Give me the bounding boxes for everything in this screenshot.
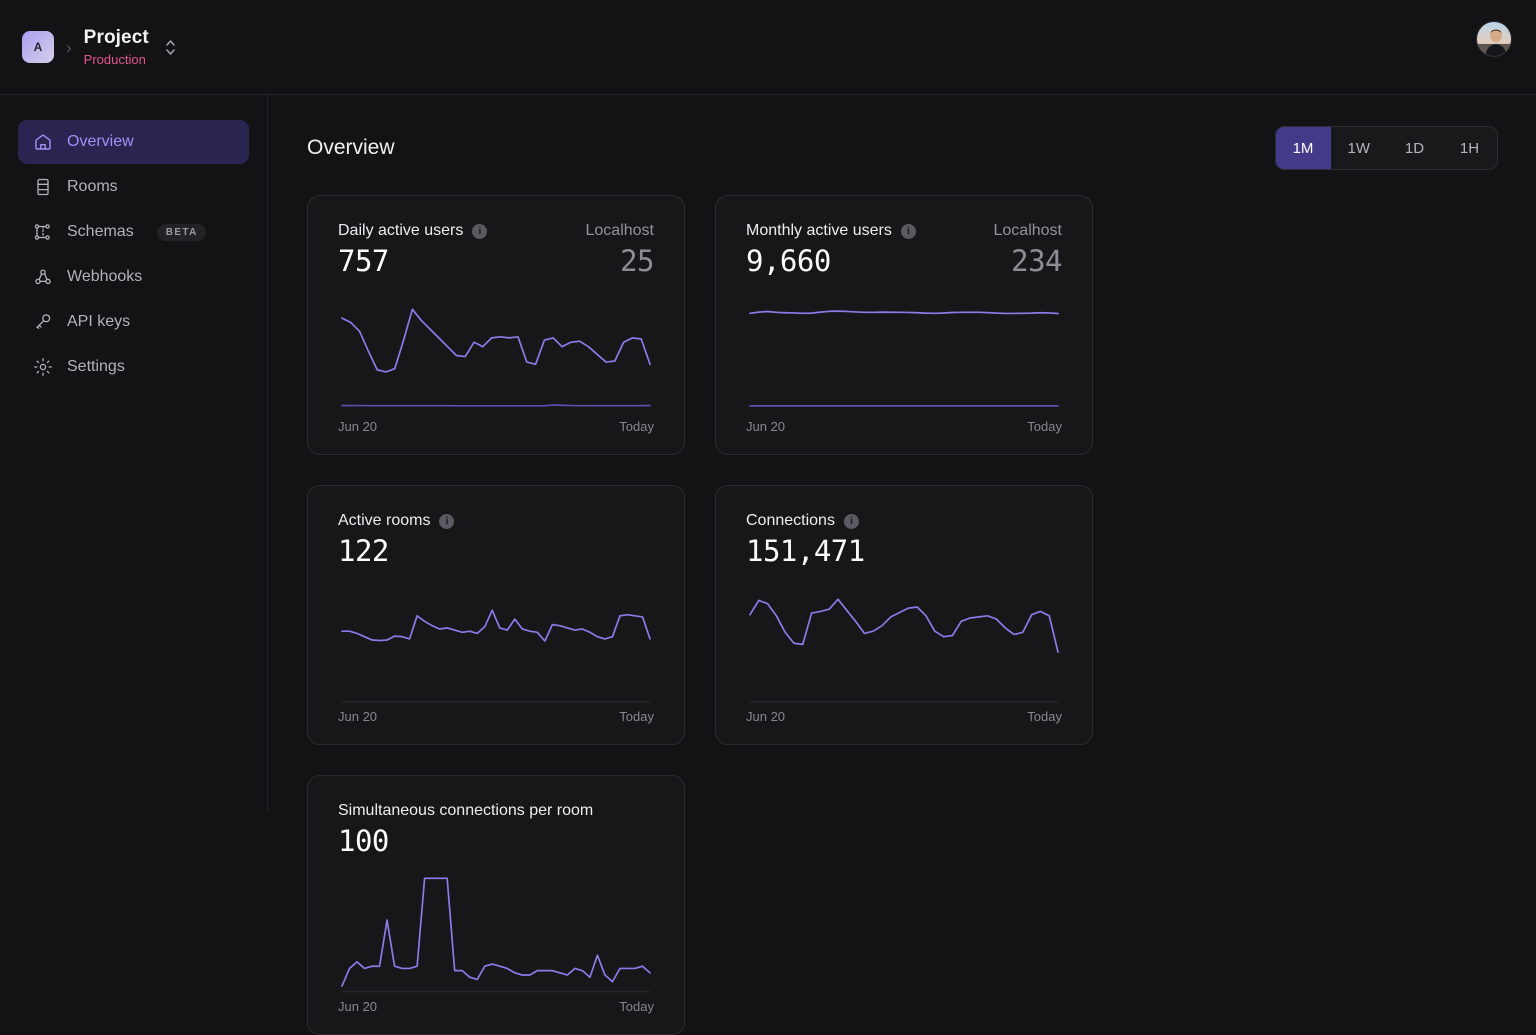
sidebar-item-rooms[interactable]: Rooms bbox=[18, 165, 249, 209]
card-title-text: Daily active users bbox=[338, 222, 464, 239]
card-title: Active rooms i bbox=[338, 512, 455, 530]
home-icon bbox=[33, 132, 53, 152]
main-content: Overview 1M 1W 1D 1H Daily active users … bbox=[268, 95, 1536, 1035]
project-block[interactable]: Project Production bbox=[84, 27, 149, 67]
info-icon[interactable]: i bbox=[472, 223, 488, 239]
chart-start-label: Jun 20 bbox=[338, 999, 378, 1014]
time-range-1d[interactable]: 1D bbox=[1387, 127, 1442, 169]
org-avatar[interactable]: A bbox=[22, 31, 54, 63]
info-icon[interactable]: i bbox=[439, 513, 455, 529]
sidebar-item-webhooks[interactable]: Webhooks bbox=[18, 255, 249, 299]
chart-end-label: Today bbox=[619, 999, 654, 1014]
card-sub-label: Localhost bbox=[993, 222, 1063, 239]
time-range-1w[interactable]: 1W bbox=[1331, 127, 1388, 169]
chevron-up-down-icon[interactable] bbox=[165, 39, 176, 56]
sparkline-chart[interactable] bbox=[746, 284, 1062, 413]
sidebar-item-schemas[interactable]: Schemas BETA bbox=[18, 210, 249, 254]
sparkline-svg bbox=[338, 574, 654, 703]
chart-line bbox=[750, 599, 1058, 652]
top-bar: A › Project Production bbox=[0, 0, 1536, 95]
info-icon[interactable]: i bbox=[843, 513, 859, 529]
environment-label: Production bbox=[83, 52, 146, 67]
beta-badge: BETA bbox=[156, 223, 206, 241]
card-sub-value: 25 bbox=[620, 244, 654, 278]
chart-line bbox=[342, 878, 650, 986]
card-value: 100 bbox=[338, 824, 389, 858]
sidebar-item-api-keys[interactable]: API keys bbox=[18, 300, 249, 344]
card-title-text: Monthly active users bbox=[746, 222, 892, 239]
gear-icon bbox=[33, 357, 53, 377]
sidebar: Overview Rooms Schemas BETA Webhooks API… bbox=[0, 95, 268, 812]
breadcrumb: A › Project Production bbox=[0, 27, 176, 67]
avatar[interactable] bbox=[1476, 21, 1512, 57]
sparkline-svg bbox=[338, 284, 654, 413]
chart-end-label: Today bbox=[1027, 419, 1062, 434]
sidebar-item-label: API keys bbox=[67, 313, 131, 330]
card-title: Monthly active users i bbox=[746, 222, 916, 240]
time-range-1m[interactable]: 1M bbox=[1275, 127, 1331, 169]
metric-card-simultaneous-connections-per-room: Simultaneous connections per room 100 Ju… bbox=[307, 775, 685, 1035]
sidebar-item-label: Webhooks bbox=[67, 268, 143, 285]
sidebar-item-label: Rooms bbox=[67, 178, 118, 195]
metric-card-grid: Daily active users i Localhost 757 25 Ju… bbox=[307, 195, 1498, 1035]
chart-end-label: Today bbox=[619, 709, 654, 724]
schemas-icon bbox=[33, 222, 53, 242]
chart-line bbox=[342, 309, 650, 372]
org-initial: A bbox=[33, 40, 43, 54]
card-title-text: Simultaneous connections per room bbox=[338, 802, 594, 819]
time-range-1h[interactable]: 1H bbox=[1442, 127, 1497, 169]
metric-card-connections: Connections i 151,471 Jun 20 Today bbox=[715, 485, 1093, 745]
chart-end-label: Today bbox=[619, 419, 654, 434]
card-value: 757 bbox=[338, 244, 389, 278]
card-title: Connections i bbox=[746, 512, 859, 530]
info-icon[interactable]: i bbox=[900, 223, 916, 239]
metric-card-daily-active-users: Daily active users i Localhost 757 25 Ju… bbox=[307, 195, 685, 455]
sparkline-svg bbox=[338, 864, 654, 993]
sidebar-item-overview[interactable]: Overview bbox=[18, 120, 249, 164]
chart-start-label: Jun 20 bbox=[746, 709, 786, 724]
chart-line bbox=[342, 610, 650, 641]
breadcrumb-separator-icon: › bbox=[66, 37, 72, 57]
rooms-icon bbox=[33, 177, 53, 197]
top-bar-right bbox=[1476, 21, 1512, 57]
card-title-text: Connections bbox=[746, 512, 835, 529]
metric-card-active-rooms: Active rooms i 122 Jun 20 Today bbox=[307, 485, 685, 745]
key-icon bbox=[33, 312, 53, 332]
time-range-selector: 1M 1W 1D 1H bbox=[1274, 126, 1498, 170]
card-sub-value: 234 bbox=[1011, 244, 1062, 278]
project-name: Project bbox=[83, 27, 149, 48]
avatar-photo bbox=[1477, 22, 1511, 56]
sidebar-item-label: Settings bbox=[67, 358, 125, 375]
webhooks-icon bbox=[33, 267, 53, 287]
sparkline-chart[interactable] bbox=[338, 864, 654, 993]
sparkline-chart[interactable] bbox=[746, 574, 1062, 703]
chart-line bbox=[342, 405, 650, 406]
page-title: Overview bbox=[307, 136, 395, 159]
sidebar-item-settings[interactable]: Settings bbox=[18, 345, 249, 389]
card-value: 122 bbox=[338, 534, 389, 568]
chart-start-label: Jun 20 bbox=[338, 419, 378, 434]
card-value: 9,660 bbox=[746, 244, 831, 278]
sparkline-svg bbox=[746, 284, 1062, 413]
chevron-up-down-glyph bbox=[166, 39, 175, 55]
sidebar-item-label: Schemas bbox=[67, 223, 134, 240]
sparkline-svg bbox=[746, 574, 1062, 703]
sparkline-chart[interactable] bbox=[338, 284, 654, 413]
sidebar-item-label: Overview bbox=[67, 133, 134, 150]
card-title: Daily active users i bbox=[338, 222, 488, 240]
main-header: Overview 1M 1W 1D 1H bbox=[307, 125, 1498, 171]
metric-card-monthly-active-users: Monthly active users i Localhost 9,660 2… bbox=[715, 195, 1093, 455]
card-value: 151,471 bbox=[746, 534, 865, 568]
card-title-text: Active rooms bbox=[338, 512, 431, 529]
sparkline-chart[interactable] bbox=[338, 574, 654, 703]
chart-line bbox=[750, 311, 1058, 313]
card-title: Simultaneous connections per room bbox=[338, 802, 593, 820]
chart-start-label: Jun 20 bbox=[746, 419, 786, 434]
card-sub-label: Localhost bbox=[585, 222, 655, 239]
chart-start-label: Jun 20 bbox=[338, 709, 378, 724]
chart-end-label: Today bbox=[1027, 709, 1062, 724]
